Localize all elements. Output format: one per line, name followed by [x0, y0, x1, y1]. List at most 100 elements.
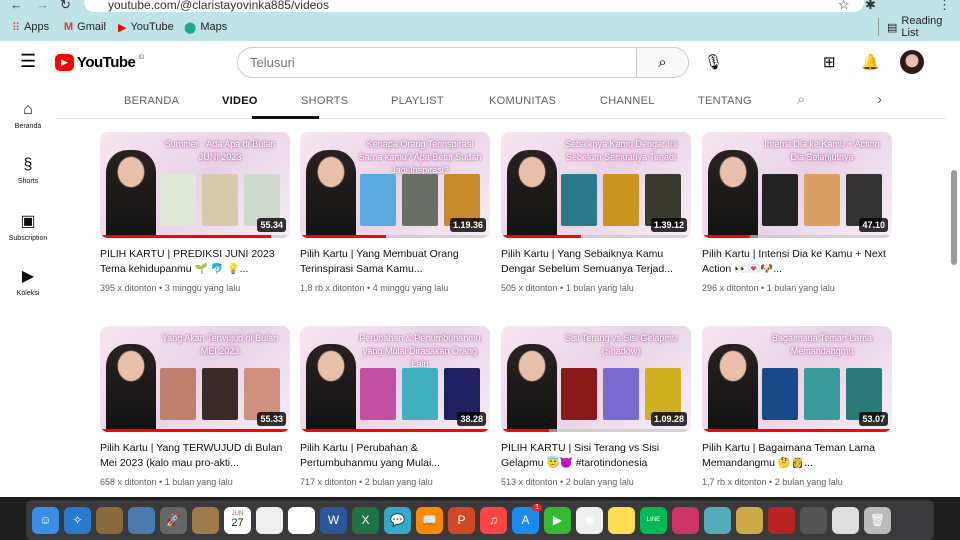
bookmark-youtube[interactable]: ▶ YouTube [118, 18, 174, 36]
trash-icon[interactable]: 🗑 [864, 506, 891, 534]
downloads-icon[interactable] [832, 506, 859, 534]
video-card[interactable]: Kenapa Orang Terinspirasi Sama kamu? Apa… [300, 132, 490, 293]
stickies-icon[interactable] [608, 506, 635, 534]
extensions-icon[interactable]: ✱ [865, 0, 876, 13]
bookmark-star-icon[interactable]: ☆ [838, 0, 850, 13]
notifications-bell-icon[interactable]: 🔔 [861, 53, 880, 71]
macos-dock: ☺ ✧ 🚀 JUN 27 ✿ W X 💬 📖 P ♫ A 1 ▶ ◉ LINE 🗑 [0, 497, 960, 540]
video-card[interactable]: Summer · Ada Apa di Bulan JUNI 2023 55.3… [100, 132, 290, 293]
tab-playlist[interactable]: PLAYLIST [391, 95, 444, 107]
video-title[interactable]: PILIH KARTU | PREDIKSI JUNI 2023 Tema ke… [100, 247, 290, 277]
excel-icon[interactable]: X [352, 506, 379, 534]
bookmark-gmail[interactable]: M Gmail [64, 18, 106, 36]
video-card[interactable]: Sisi Terang vs Sisi Gelapmu (Shadow) 1.0… [501, 326, 691, 487]
tab-tentang[interactable]: TENTANG [698, 95, 752, 107]
safari-icon[interactable]: ✧ [64, 506, 91, 534]
tab-beranda[interactable]: BERANDA [124, 95, 179, 107]
video-thumbnail[interactable]: Kenapa Orang Terinspirasi Sama kamu? Apa… [300, 132, 490, 238]
finder-icon[interactable]: ☺ [32, 506, 59, 534]
video-card[interactable]: Perubahan & Pertumbuhanmu yang Mulai Dir… [300, 326, 490, 487]
create-video-icon[interactable]: ⊞ [823, 53, 836, 71]
sidebar-item-koleksi[interactable]: ▶ Koleksi [0, 266, 56, 297]
app-icon[interactable] [672, 506, 699, 534]
upload-age: 2 bulan yang lalu [565, 477, 634, 487]
reload-icon[interactable]: ↻ [60, 0, 71, 13]
microphone-icon[interactable]: 🎙 [704, 53, 723, 71]
scrollbar-track[interactable] [948, 41, 960, 497]
video-thumbnail[interactable]: Summer · Ada Apa di Bulan JUNI 2023 55.3… [100, 132, 290, 238]
search-input[interactable] [238, 48, 638, 77]
music-icon[interactable]: ♫ [480, 506, 507, 534]
thumbnail-caption: Kenapa Orang Terinspirasi Sama kamu? Apa… [358, 139, 482, 175]
video-meta: 296 x ditonton • 1 bulan yang lalu [702, 283, 835, 293]
video-thumbnail[interactable]: Bagaimana Teman Lama Memandangmu 53.07 [702, 326, 892, 432]
thumbnail-card-image [561, 368, 597, 420]
word-icon[interactable]: W [320, 506, 347, 534]
watch-progress-bar [100, 235, 290, 238]
tab-komunitas[interactable]: KOMUNITAS [489, 95, 556, 107]
forward-icon[interactable]: → [36, 0, 49, 12]
video-title[interactable]: Pilih Kartu | Yang TERWUJUD di Bulan Mei… [100, 441, 290, 471]
upload-age: 2 bulan yang lalu [364, 477, 433, 487]
video-title[interactable]: Pilih Kartu | Yang Sebaiknya Kamu Dengar… [501, 247, 691, 277]
notes-app-icon[interactable] [192, 506, 219, 534]
chevron-right-icon[interactable]: › [877, 91, 882, 108]
tab-shorts[interactable]: SHORTS [301, 95, 348, 107]
messages-icon[interactable]: 💬 [384, 506, 411, 534]
books-icon[interactable]: 📖 [416, 506, 443, 534]
search-button[interactable]: ⌕ [636, 48, 688, 77]
view-count: 717 x ditonton [300, 477, 357, 487]
video-card[interactable]: Yang Akan Terwujud di Bulan MEI 2023 55.… [100, 326, 290, 487]
library-icon: ▶ [21, 268, 35, 285]
calendar-icon[interactable]: JUN 27 [224, 506, 251, 534]
thumbnail-caption: Perubahan & Pertumbuhanmu yang Mulai Dir… [359, 333, 481, 369]
scrollbar-thumb[interactable] [951, 170, 957, 265]
sidebar-item-shorts[interactable]: § Shorts [0, 156, 56, 185]
facetime-icon[interactable]: ▶ [544, 506, 571, 534]
video-card[interactable]: Bagaimana Teman Lama Memandangmu 53.07 P… [702, 326, 892, 487]
youtube-logo[interactable]: ▶ YouTube ID [55, 54, 144, 71]
menu-dots-icon[interactable]: ⋮ [938, 0, 951, 13]
app-store-icon[interactable]: A1 [512, 503, 542, 534]
thumbnail-card-image [360, 368, 396, 420]
network-icon[interactable] [704, 506, 731, 534]
video-title[interactable]: Pilih Kartu | Perubahan & Pertumbuhanmu … [300, 441, 490, 471]
channel-search-icon[interactable]: ⌕ [797, 91, 806, 108]
app-icon[interactable] [800, 506, 827, 534]
chrome-icon[interactable]: ◉ [576, 506, 603, 534]
video-title[interactable]: Pilih Kartu | Intensi Dia ke Kamu + Next… [702, 247, 892, 277]
powerpoint-icon[interactable]: P [448, 506, 475, 534]
video-thumbnail[interactable]: Yang Akan Terwujud di Bulan MEI 2023 55.… [100, 326, 290, 432]
photos-icon[interactable]: ✿ [288, 506, 315, 534]
app-icon[interactable] [96, 506, 123, 534]
thumbnail-person [708, 344, 758, 432]
video-thumbnail[interactable]: Sebaiknya Kamu Dengar Ini Sebelum Semuan… [501, 132, 691, 238]
video-title[interactable]: Pilih Kartu | Yang Membuat Orang Terinsp… [300, 247, 490, 277]
video-card[interactable]: Intensi Dia ke Kamu + Action Dia Selanju… [702, 132, 892, 293]
bookmark-maps[interactable]: ⬤ Maps [184, 18, 227, 36]
video-thumbnail[interactable]: Perubahan & Pertumbuhanmu yang Mulai Dir… [300, 326, 490, 432]
thumbnail-person [507, 344, 557, 432]
line-icon[interactable]: LINE [640, 506, 667, 534]
video-card[interactable]: Sebaiknya Kamu Dengar Ini Sebelum Semuan… [501, 132, 691, 293]
bookmark-apps[interactable]: ⠿ Apps [12, 18, 49, 36]
video-thumbnail[interactable]: Intensi Dia ke Kamu + Action Dia Selanju… [702, 132, 892, 238]
archive-icon[interactable] [736, 506, 763, 534]
tab-channel[interactable]: CHANNEL [600, 95, 655, 107]
sidebar-item-subscription[interactable]: ▣ Subscription [0, 211, 56, 242]
avatar[interactable] [900, 50, 924, 74]
launchpad-icon[interactable]: 🚀 [160, 506, 187, 534]
reminders-icon[interactable] [256, 506, 283, 534]
back-icon[interactable]: ← [10, 0, 23, 12]
tab-video[interactable]: VIDEO [222, 95, 258, 107]
hamburger-menu-icon[interactable]: ☰ [20, 51, 36, 72]
apps-grid-icon: ⠿ [12, 21, 21, 34]
reading-list[interactable]: ▤ Reading List [878, 15, 960, 39]
photo-booth-icon[interactable] [768, 506, 795, 534]
sidebar-item-beranda[interactable]: ⌂ Beranda [0, 101, 56, 130]
preview-icon[interactable] [128, 506, 155, 534]
video-title[interactable]: Pilih Kartu | Bagaimana Teman Lama Meman… [702, 441, 892, 471]
address-bar[interactable]: youtube.com/@claristayovinka885/videos [84, 0, 864, 12]
video-thumbnail[interactable]: Sisi Terang vs Sisi Gelapmu (Shadow) 1.0… [501, 326, 691, 432]
video-title[interactable]: PILIH KARTU | Sisi Terang vs Sisi Gelapm… [501, 441, 691, 471]
